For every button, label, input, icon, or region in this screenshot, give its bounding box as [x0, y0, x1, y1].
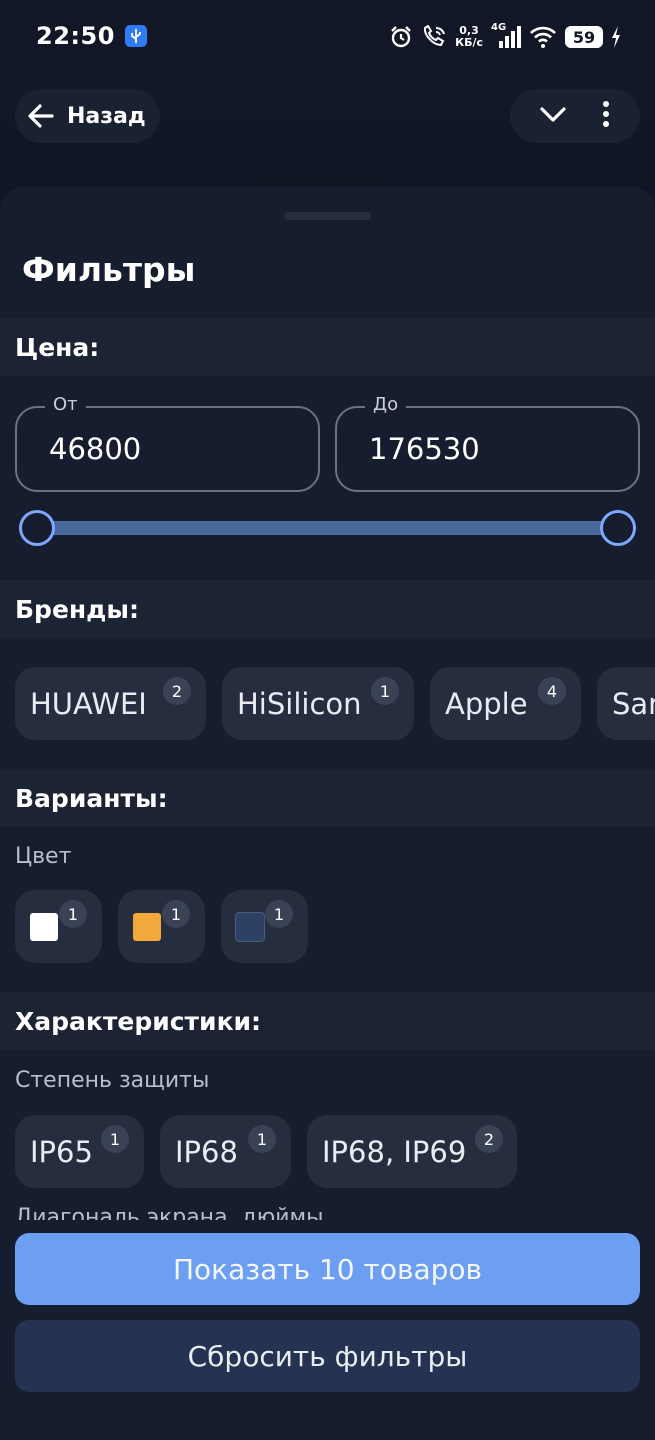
screen-diagonal-label: Диагональ экрана, дюймы	[15, 1205, 324, 1220]
chip-count-badge: 1	[248, 1125, 276, 1153]
show-products-button[interactable]: Показать 10 товаров	[15, 1233, 640, 1305]
characteristics-section-header: Характеристики:	[0, 992, 655, 1050]
signal-icon: 4G	[491, 22, 521, 50]
chip-count-badge: 2	[475, 1125, 503, 1153]
price-range-max-thumb[interactable]	[600, 510, 636, 546]
back-label: Назад	[67, 103, 146, 129]
chip-label: IP68	[175, 1134, 238, 1169]
variants-section-header: Варианты:	[0, 769, 655, 827]
brands-section-header: Бренды:	[0, 580, 655, 638]
price-section-header: Цена:	[0, 318, 655, 376]
price-to-field[interactable]: До 176530	[335, 394, 640, 492]
price-from-value: 46800	[49, 432, 142, 466]
price-from-label: От	[45, 394, 86, 415]
protection-chip-ip65[interactable]: IP65 1	[15, 1115, 144, 1188]
price-to-value: 176530	[369, 432, 480, 466]
brand-chip-samsung[interactable]: Samsung	[597, 667, 655, 740]
protection-chips: IP65 1 IP68 1 IP68, IP69 2	[15, 1115, 517, 1188]
color-swatch	[30, 912, 58, 941]
chip-count-badge: 2	[163, 677, 191, 705]
status-bar: 22:50 0,3 КБ/с 4G 59	[0, 0, 655, 72]
brand-chip-hisilicon[interactable]: HiSilicon 1	[222, 667, 414, 740]
more-vertical-icon	[603, 101, 609, 127]
usb-icon	[124, 25, 147, 47]
status-icons: 0,3 КБ/с 4G 59	[389, 22, 621, 52]
chip-label: HiSilicon	[237, 686, 362, 721]
chip-count-badge: 1	[59, 900, 87, 928]
price-range-track[interactable]	[36, 521, 618, 535]
color-swatch	[235, 911, 265, 942]
chip-label: HUAWEI	[30, 686, 147, 721]
actions-group	[510, 89, 640, 143]
protection-label: Степень защиты	[15, 1068, 210, 1093]
chip-label: IP68, IP69	[322, 1134, 467, 1169]
back-button[interactable]: Назад	[15, 89, 160, 143]
chip-count-badge: 1	[162, 900, 190, 928]
protection-chip-ip68-ip69[interactable]: IP68, IP69 2	[307, 1115, 517, 1188]
net-speed: 0,3 КБ/с	[455, 24, 483, 49]
sheet-title: Фильтры	[22, 250, 196, 289]
chip-count-badge: 1	[371, 677, 399, 705]
color-label: Цвет	[15, 844, 72, 869]
protection-chip-ip68[interactable]: IP68 1	[160, 1115, 291, 1188]
brand-chips: HUAWEI 2 HiSilicon 1 Apple 4 Samsung	[15, 667, 655, 740]
chevron-down-icon	[540, 107, 566, 122]
color-chip-orange[interactable]: 1	[118, 890, 205, 963]
chip-count-badge: 1	[101, 1125, 129, 1153]
reset-filters-button[interactable]: Сбросить фильтры	[15, 1320, 640, 1392]
arrow-left-icon	[28, 104, 54, 128]
drag-handle[interactable]	[284, 212, 371, 220]
price-range-min-thumb[interactable]	[19, 510, 55, 546]
chip-label: IP65	[30, 1134, 93, 1169]
brand-chip-huawei[interactable]: HUAWEI 2	[15, 667, 206, 740]
chip-count-badge: 4	[538, 677, 566, 705]
color-chips: 1 1 1	[15, 890, 308, 963]
chip-label: Apple	[445, 686, 528, 721]
battery-indicator: 59	[565, 26, 603, 48]
price-to-label: До	[365, 394, 407, 415]
status-time: 22:50	[36, 22, 115, 50]
alarm-icon	[391, 26, 411, 48]
chip-label: Samsung	[612, 686, 655, 721]
top-app-bar: Назад	[0, 72, 655, 190]
collapse-button[interactable]	[539, 104, 567, 128]
color-swatch	[133, 912, 161, 941]
color-chip-white[interactable]: 1	[15, 890, 102, 963]
wifi-call-icon	[424, 25, 446, 47]
price-from-field[interactable]: От 46800	[15, 394, 320, 492]
more-button[interactable]	[601, 100, 611, 132]
brand-chip-apple[interactable]: Apple 4	[430, 667, 581, 740]
color-chip-navy[interactable]: 1	[221, 890, 308, 963]
charging-icon	[612, 26, 620, 48]
chip-count-badge: 1	[265, 900, 293, 928]
wifi-icon	[530, 26, 556, 48]
